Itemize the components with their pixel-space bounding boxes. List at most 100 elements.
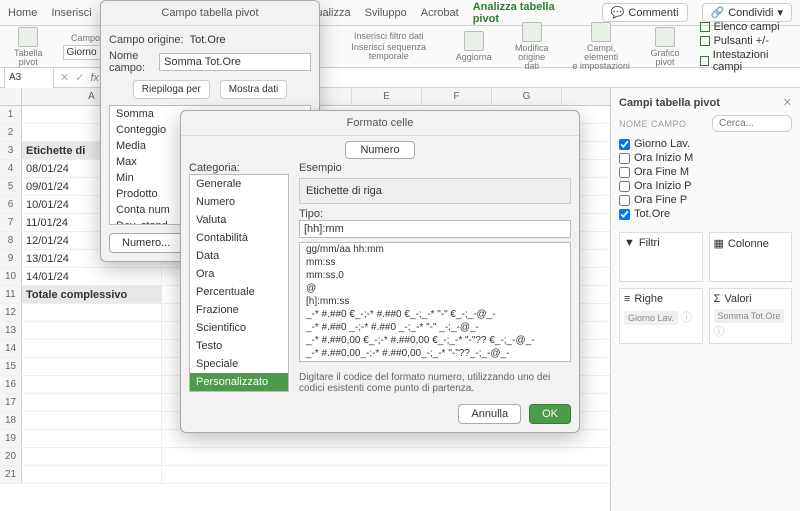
field-item[interactable]: Giorno Lav.: [619, 138, 792, 150]
tab-home[interactable]: Home: [8, 7, 37, 19]
row-header[interactable]: 13: [0, 322, 22, 339]
row-header[interactable]: 11: [0, 286, 22, 303]
fx-label[interactable]: fx: [90, 72, 99, 84]
row-header[interactable]: 1: [0, 106, 22, 123]
types-list[interactable]: gg/mm/aa hh:mmmm:ssmm:ss,0@[h]:mm:ss_-* …: [299, 242, 571, 362]
category-item[interactable]: Valuta: [190, 211, 288, 229]
field-checkbox[interactable]: [619, 139, 630, 150]
category-item[interactable]: Generale: [190, 175, 288, 193]
col-E[interactable]: E: [352, 88, 422, 105]
row-header[interactable]: 5: [0, 178, 22, 195]
cell[interactable]: 14/01/24: [22, 268, 162, 285]
annulla-button[interactable]: Annulla: [458, 404, 521, 424]
numero-button[interactable]: Numero...: [109, 233, 183, 253]
row-header[interactable]: 15: [0, 358, 22, 375]
commenti-button[interactable]: 💬 Commenti: [602, 3, 688, 22]
field-item[interactable]: Ora Inizio M: [619, 152, 792, 164]
type-item[interactable]: @: [300, 282, 570, 295]
confirm-icon[interactable]: ✓: [75, 71, 84, 84]
type-item[interactable]: mmm-aaaa: [300, 360, 570, 362]
valori-chip[interactable]: Somma Tot.Ore: [714, 309, 785, 323]
filtri-area[interactable]: ▼Filtri: [619, 232, 703, 282]
field-checkbox[interactable]: [619, 209, 630, 220]
tab-inserisci[interactable]: Inserisci: [51, 7, 91, 19]
aggiorna-button[interactable]: Aggiorna: [450, 31, 498, 62]
tab-acrobat[interactable]: Acrobat: [421, 7, 459, 19]
category-item[interactable]: Data: [190, 247, 288, 265]
cell[interactable]: [22, 340, 162, 357]
field-checkbox[interactable]: [619, 195, 630, 206]
category-item[interactable]: Frazione: [190, 301, 288, 319]
riepiloga-tab[interactable]: Riepiloga per: [133, 80, 210, 99]
type-item[interactable]: _-* #.##0 _-;-* #.##0 _-;_-* "-" _-;_-@_…: [300, 321, 570, 334]
close-icon[interactable]: ✕: [783, 96, 792, 109]
row-header[interactable]: 7: [0, 214, 22, 231]
search-input[interactable]: [712, 115, 792, 132]
valori-area[interactable]: ΣValoriSomma Tot.Ore ⓘ: [709, 288, 793, 344]
tab-analizza[interactable]: Analizza tabella pivot: [473, 1, 574, 25]
pulsanti-toggle[interactable]: Pulsanti +/-: [700, 35, 792, 47]
cell[interactable]: [22, 448, 162, 465]
type-item[interactable]: _-* #.##0,00 €_-;-* #.##0,00 €_-;_-* "-"…: [300, 334, 570, 347]
category-item[interactable]: Percentuale: [190, 283, 288, 301]
category-item[interactable]: Personalizzato: [190, 373, 288, 391]
cell[interactable]: [22, 358, 162, 375]
row-header[interactable]: 19: [0, 430, 22, 447]
cell[interactable]: Totale complessivo: [22, 286, 162, 303]
row-header[interactable]: 17: [0, 394, 22, 411]
category-item[interactable]: Ora: [190, 265, 288, 283]
type-item[interactable]: _-* #.##0,00_-;-* #.##0,00_-;_-* "-"??_-…: [300, 347, 570, 360]
name-box[interactable]: [4, 67, 54, 89]
numero-tab[interactable]: Numero: [345, 141, 414, 159]
row[interactable]: 21: [0, 466, 610, 484]
type-item[interactable]: gg/mm/aa hh:mm: [300, 243, 570, 256]
type-item[interactable]: mm:ss,0: [300, 269, 570, 282]
ok-button[interactable]: OK: [529, 404, 571, 424]
cell[interactable]: [22, 304, 162, 321]
row-header[interactable]: 14: [0, 340, 22, 357]
category-list[interactable]: GeneraleNumeroValutaContabilitàDataOraPe…: [189, 174, 289, 392]
category-item[interactable]: Contabilità: [190, 229, 288, 247]
cell[interactable]: [22, 322, 162, 339]
category-item[interactable]: Testo: [190, 337, 288, 355]
field-item[interactable]: Ora Inizio P: [619, 180, 792, 192]
row-header[interactable]: 4: [0, 160, 22, 177]
row-header[interactable]: 9: [0, 250, 22, 267]
col-G[interactable]: G: [492, 88, 562, 105]
colonne-area[interactable]: ▦Colonne: [709, 232, 793, 282]
grafico-pivot-button[interactable]: Grafico pivot: [645, 27, 686, 67]
select-all[interactable]: [0, 88, 22, 105]
col-F[interactable]: F: [422, 88, 492, 105]
field-item[interactable]: Ora Fine P: [619, 194, 792, 206]
campi-elementi-button[interactable]: Campi, elementi e impostazioni: [566, 22, 637, 71]
intestazioni-toggle[interactable]: Intestazioni campi: [700, 49, 792, 73]
tab-sviluppo[interactable]: Sviluppo: [365, 7, 407, 19]
origine-dati-button[interactable]: Modifica origine dati: [506, 22, 558, 71]
row-header[interactable]: 12: [0, 304, 22, 321]
row-header[interactable]: 20: [0, 448, 22, 465]
category-item[interactable]: Numero: [190, 193, 288, 211]
type-item[interactable]: _-* #.##0 €_-;-* #.##0 €_-;_-* "-" €_-;_…: [300, 308, 570, 321]
row-header[interactable]: 3: [0, 142, 22, 159]
cell[interactable]: [22, 376, 162, 393]
tipo-input[interactable]: [299, 220, 571, 238]
condividi-button[interactable]: 🔗 Condividi ▾: [702, 3, 792, 22]
field-checkbox[interactable]: [619, 167, 630, 178]
field-item[interactable]: Ora Fine M: [619, 166, 792, 178]
mostra-dati-tab[interactable]: Mostra dati: [220, 80, 287, 99]
row-header[interactable]: 21: [0, 466, 22, 483]
field-item[interactable]: Tot.Ore: [619, 208, 792, 220]
tabella-pivot-group[interactable]: Tabellapivot: [8, 27, 49, 67]
righe-area[interactable]: ≡RigheGiorno Lav. ⓘ: [619, 288, 703, 344]
type-item[interactable]: [h]:mm:ss: [300, 295, 570, 308]
righe-chip[interactable]: Giorno Lav.: [624, 311, 678, 325]
row[interactable]: 20: [0, 448, 610, 466]
field-checkbox[interactable]: [619, 181, 630, 192]
nome-campo-input[interactable]: [159, 53, 311, 71]
row-header[interactable]: 16: [0, 376, 22, 393]
cell[interactable]: [22, 412, 162, 429]
type-item[interactable]: mm:ss: [300, 256, 570, 269]
row-header[interactable]: 6: [0, 196, 22, 213]
row-header[interactable]: 2: [0, 124, 22, 141]
row-header[interactable]: 8: [0, 232, 22, 249]
